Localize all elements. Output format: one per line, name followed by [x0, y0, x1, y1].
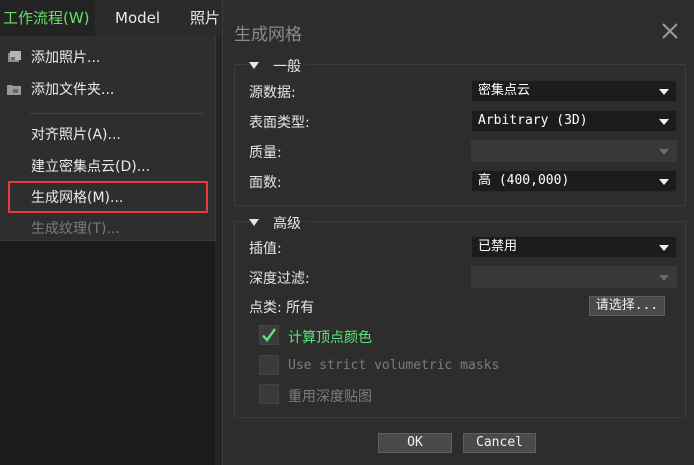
chevron-down-icon — [659, 275, 669, 281]
surface-type-value: Arbitrary (3D) — [478, 113, 588, 128]
calc-vertex-colors-label: 计算顶点颜色 — [288, 330, 372, 346]
menu-item-label: 对齐照片(A)... — [31, 127, 121, 143]
close-icon[interactable] — [659, 20, 681, 42]
menu-photo[interactable]: 照片 — [190, 0, 220, 36]
chevron-down-icon — [659, 179, 669, 185]
depth-filter-select — [471, 266, 677, 288]
advanced-group-header[interactable]: 高级 — [249, 213, 306, 233]
reuse-depth-maps-checkbox — [259, 384, 279, 404]
general-group-header[interactable]: 一般 — [249, 56, 306, 76]
menu-workflow[interactable]: 工作流程(W) — [0, 0, 95, 36]
strict-masks-checkbox — [259, 355, 279, 375]
chevron-down-icon — [659, 119, 669, 125]
chevron-down-icon — [659, 89, 669, 95]
advanced-group: 高级 插值: 已禁用 深度过滤: 点类: 所有 计算顶点颜色 Use stric… — [234, 213, 686, 418]
chevron-down-icon — [659, 245, 669, 251]
source-data-label: 源数据: — [249, 85, 296, 101]
menu-model[interactable]: Model — [115, 0, 160, 36]
menu-item-build-texture: 生成纹理(T)... — [0, 214, 215, 244]
strict-masks-label: Use strict volumetric masks — [288, 358, 500, 373]
menu-item-label: 生成纹理(T)... — [31, 221, 120, 237]
add-folder-icon — [7, 85, 21, 95]
interpolation-select[interactable]: 已禁用 — [471, 236, 677, 258]
face-count-value: 高 (400,000) — [478, 173, 570, 188]
general-group: 一般 源数据: 密集点云 表面类型: Arbitrary (3D) 质量: 面数… — [234, 56, 686, 206]
reuse-depth-maps-label: 重用深度贴图 — [288, 389, 372, 405]
quality-select — [471, 140, 677, 162]
menu-item-label: 添加照片... — [31, 50, 101, 66]
interpolation-value: 已禁用 — [478, 239, 518, 254]
menu-item-build-dense-cloud[interactable]: 建立密集点云(D)... — [0, 152, 215, 182]
source-data-select[interactable]: 密集点云 — [471, 80, 677, 102]
menubar: 工作流程(W) Model 照片 — [0, 0, 222, 37]
choose-classes-button[interactable]: 请选择... — [589, 296, 665, 316]
cancel-button[interactable]: Cancel — [463, 433, 536, 453]
depth-filter-label: 深度过滤: — [249, 271, 310, 287]
app-background — [0, 240, 222, 465]
menu-item-add-photos[interactable]: 添加照片... — [0, 43, 215, 73]
checkmark-icon — [262, 328, 276, 342]
quality-label: 质量: — [249, 145, 282, 161]
surface-type-label: 表面类型: — [249, 115, 310, 131]
add-photos-icon — [8, 51, 21, 62]
interpolation-label: 插值: — [249, 241, 282, 257]
menu-item-label: 添加文件夹... — [31, 82, 115, 98]
source-data-value: 密集点云 — [478, 83, 531, 98]
ok-button[interactable]: OK — [378, 433, 452, 453]
dialog-title: 生成网格 — [234, 25, 302, 45]
face-count-label: 面数: — [249, 175, 282, 191]
highlight-box — [8, 181, 208, 213]
face-count-select[interactable]: 高 (400,000) — [471, 170, 677, 192]
build-mesh-dialog: 生成网格 一般 源数据: 密集点云 表面类型: Arbitrary (3D) 质… — [222, 0, 694, 465]
menu-item-label: 建立密集点云(D)... — [31, 159, 151, 175]
calc-vertex-colors-checkbox[interactable] — [259, 325, 279, 345]
collapse-triangle-icon — [249, 219, 259, 226]
general-header-label: 一般 — [273, 59, 301, 75]
menu-item-align-photos[interactable]: 对齐照片(A)... — [0, 120, 215, 150]
collapse-triangle-icon — [249, 62, 259, 69]
point-classes-label: 点类: 所有 — [249, 300, 315, 316]
surface-type-select[interactable]: Arbitrary (3D) — [471, 110, 677, 132]
menu-separator — [30, 113, 203, 114]
advanced-header-label: 高级 — [273, 216, 301, 232]
chevron-down-icon — [659, 149, 669, 155]
menu-item-add-folder[interactable]: 添加文件夹... — [0, 75, 215, 105]
app-background-strip — [215, 36, 222, 465]
